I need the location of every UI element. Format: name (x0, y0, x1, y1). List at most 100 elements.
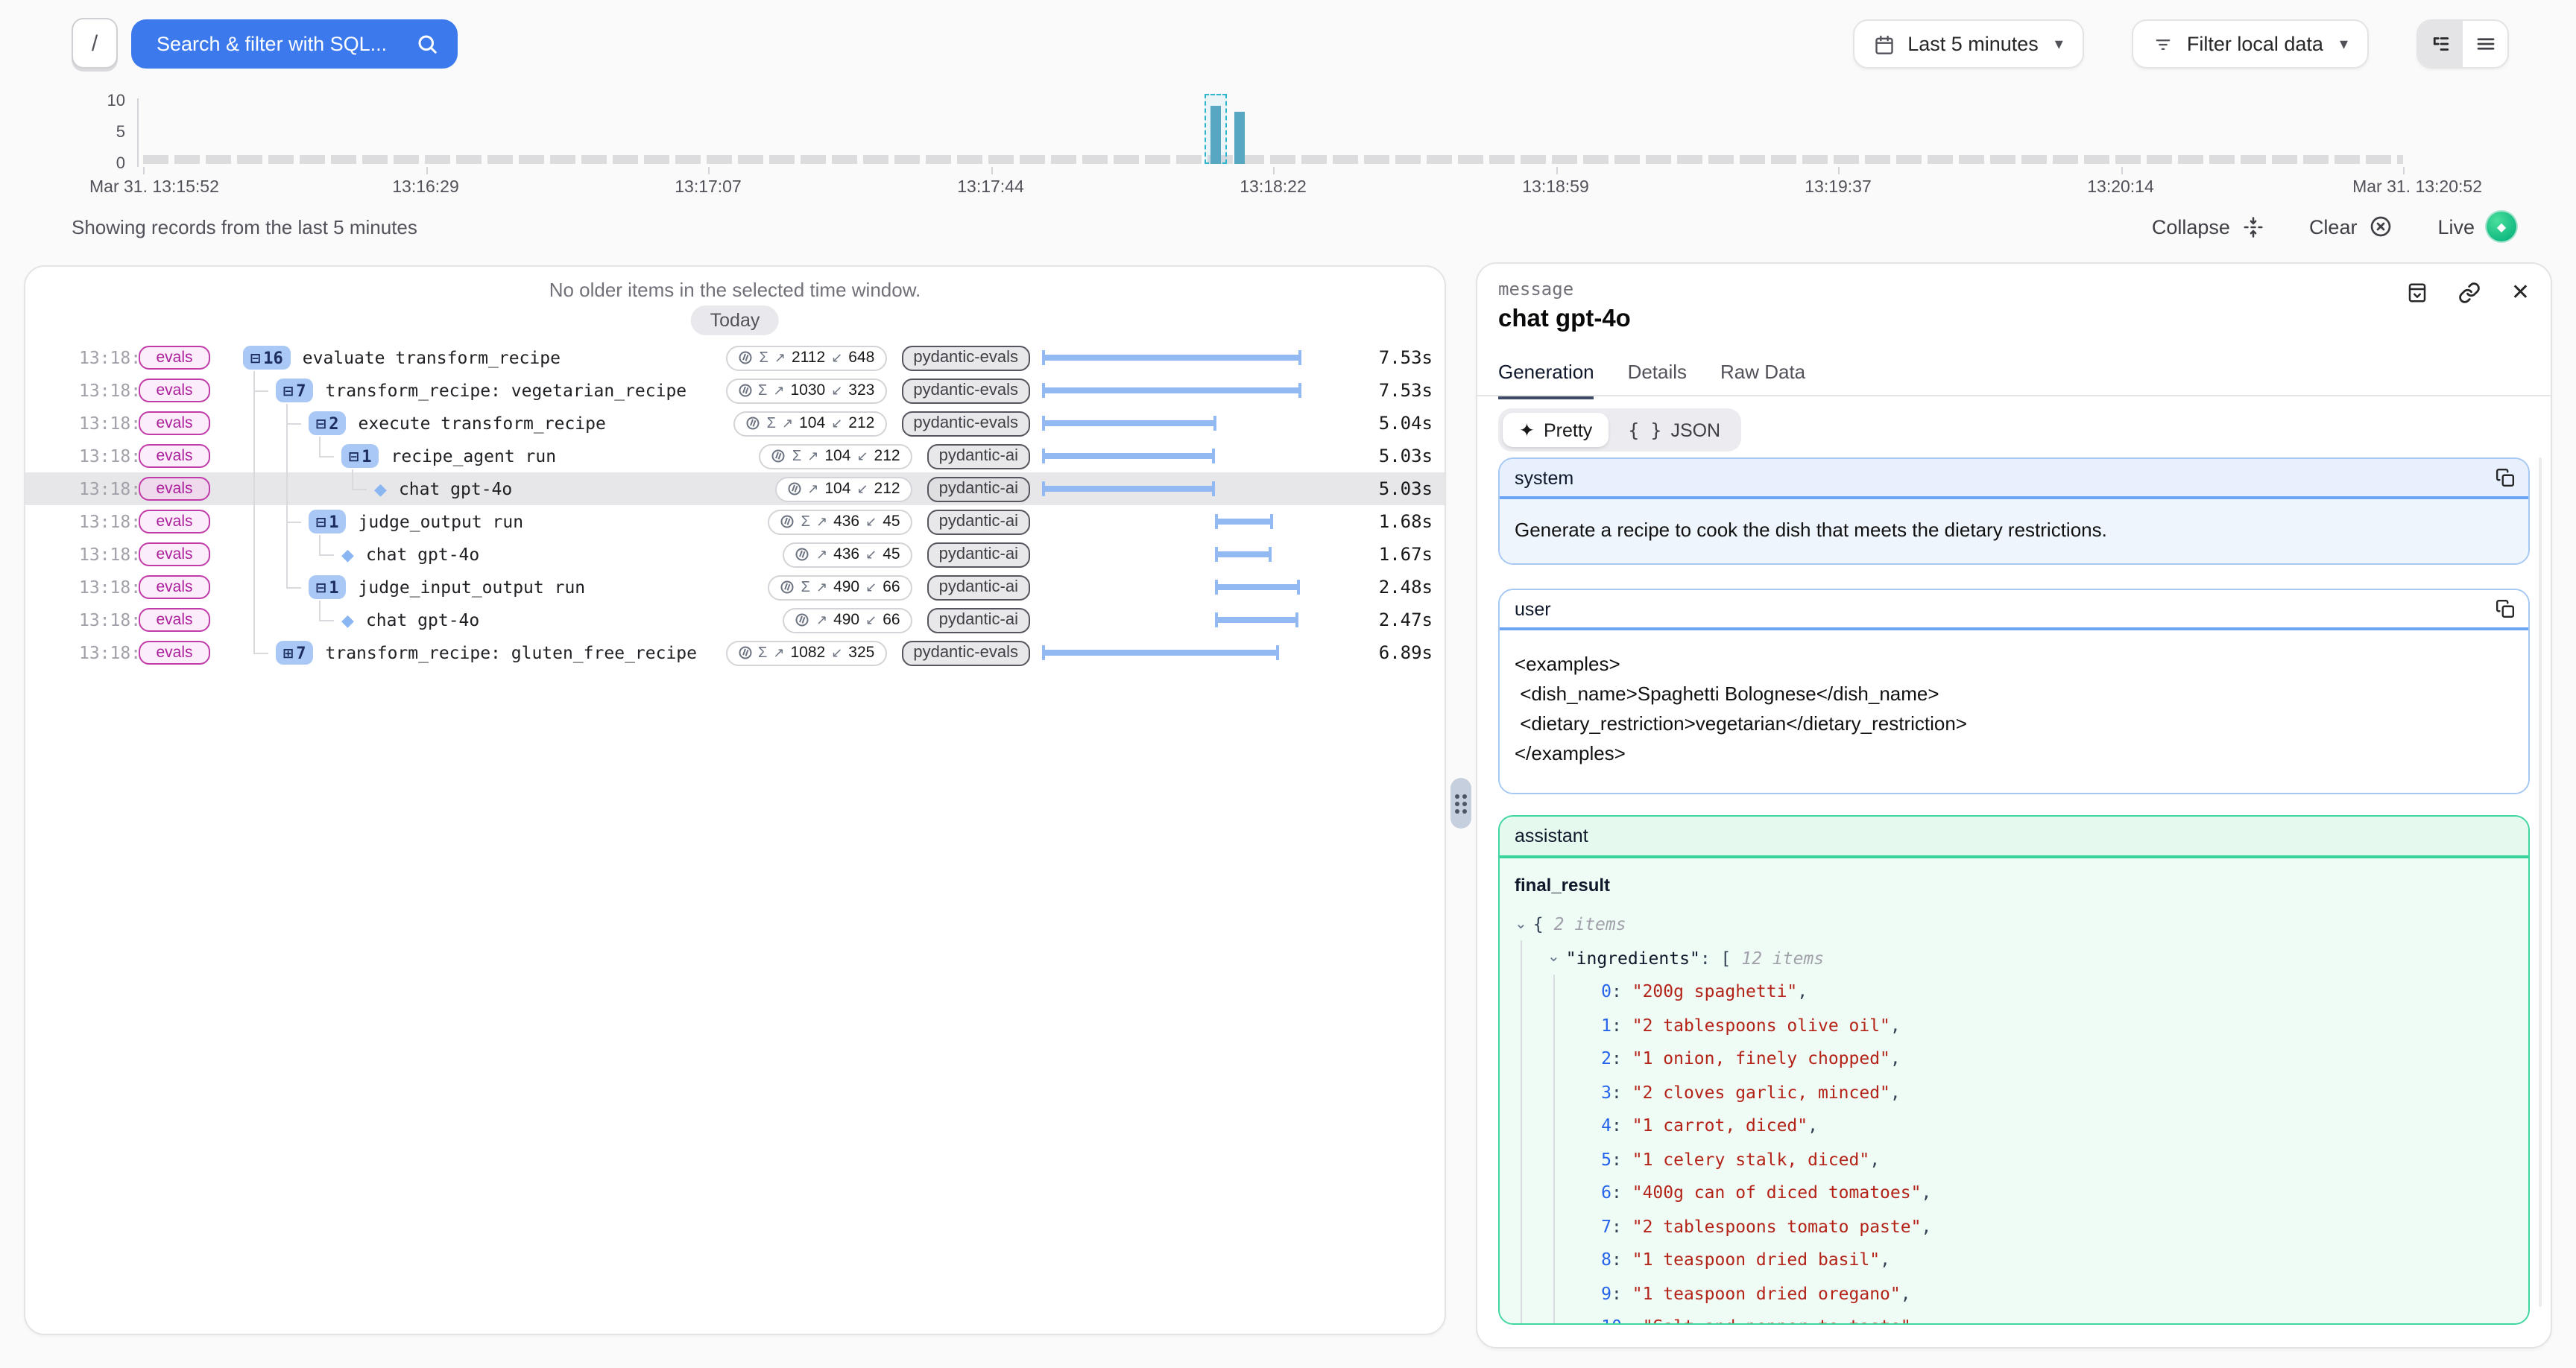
final-result-label: final_result (1515, 875, 2513, 896)
evals-badge[interactable]: evals (139, 443, 210, 467)
expand-collapse-badge[interactable]: ⊟16 (243, 346, 291, 370)
histogram-bar[interactable] (1234, 111, 1245, 164)
span-duration: 1.68s (1379, 511, 1433, 532)
token-coin-icon (786, 481, 801, 496)
x-tick-label: 13:18:59 (1522, 179, 1589, 197)
evals-badge[interactable]: evals (139, 509, 210, 533)
output-tokens-arrow-icon: ↙ (831, 645, 842, 661)
json-string-value: "Salt and pepper to taste" (1643, 1317, 1911, 1324)
copy-link-icon[interactable] (2459, 282, 2481, 304)
tab-generation[interactable]: Generation (1498, 361, 1594, 399)
output-tokens-arrow-icon: ↙ (865, 513, 877, 530)
histogram-bar[interactable] (1210, 105, 1221, 164)
item-count-note: 2 items (1554, 914, 1626, 935)
expand-collapse-badge[interactable]: ⊟1 (309, 510, 347, 533)
waterfall-track (1042, 341, 1307, 374)
input-tokens: 104 (799, 414, 825, 432)
chevron-down-icon[interactable]: ⌄ (1547, 950, 1560, 966)
tab-details[interactable]: Details (1628, 361, 1688, 396)
span-row[interactable]: 13:18:11evals⊟16evaluate transform_recip… (25, 341, 1445, 374)
tree-view-button[interactable] (2418, 21, 2463, 67)
span-row[interactable]: 13:18:11evals⊟7transform_recipe: vegetar… (25, 374, 1445, 407)
panel-resize-handle[interactable] (1450, 778, 1471, 829)
evals-badge[interactable]: evals (139, 411, 210, 434)
copy-icon[interactable] (2496, 468, 2515, 487)
output-tokens-arrow-icon: ↙ (831, 415, 842, 431)
x-tick-label: 13:18:22 (1240, 179, 1307, 197)
expand-collapse-badge[interactable]: ⊟1 (341, 444, 379, 468)
json-view-button[interactable]: { } JSON (1611, 413, 1737, 447)
expand-collapse-badge[interactable]: ⊟1 (309, 575, 347, 599)
clear-circle-x-icon (2369, 215, 2393, 238)
copy-icon[interactable] (2496, 599, 2515, 618)
span-row[interactable]: 13:18:16evals⊟1judge_input_output runΣ↗4… (25, 571, 1445, 604)
span-row[interactable]: 13:18:11evals⊟2execute transform_recipeΣ… (25, 407, 1445, 440)
assistant-role-label: assistant (1515, 826, 1588, 846)
token-usage-chip: Σ↗2112↙648 (727, 345, 887, 370)
evals-badge[interactable]: evals (139, 640, 210, 664)
span-name: chat gpt-4o (366, 609, 479, 630)
indent-guide (1521, 940, 1522, 1323)
evals-badge[interactable]: evals (139, 574, 210, 598)
showing-records-text: Showing records from the last 5 minutes (72, 216, 417, 238)
expand-collapse-badge[interactable]: ⊟7 (276, 379, 314, 402)
slash-shortcut-key[interactable]: / (72, 18, 118, 69)
chevron-down-icon[interactable]: ⌄ (1515, 916, 1527, 933)
assistant-message-block: assistant final_result ⌄{2 items⌄"ingred… (1498, 815, 2530, 1325)
span-row[interactable]: 13:18:11evals⊟1recipe_agent runΣ↗104↙212… (25, 440, 1445, 472)
span-row[interactable]: 13:18:16evals⊟1judge_output runΣ↗436↙45p… (25, 505, 1445, 538)
duration-bar (1215, 519, 1273, 525)
token-coin-icon (795, 612, 810, 627)
sigma-total-icon: Σ (801, 513, 810, 530)
duration-bar (1215, 584, 1300, 590)
filter-local-data-button[interactable]: Filter local data ▾ (2132, 19, 2369, 69)
span-row[interactable]: 13:18:11evals◆chat gpt-4o↗104↙212pydanti… (25, 472, 1445, 505)
span-duration: 7.53s (1379, 380, 1433, 401)
today-pill[interactable]: Today (691, 305, 780, 335)
waterfall-track (1042, 604, 1307, 636)
tree-connector (319, 437, 321, 456)
output-tokens: 212 (874, 480, 900, 498)
json-tree: ⌄{2 items⌄"ingredients": [12 items0: "20… (1515, 908, 2513, 1323)
evals-badge[interactable]: evals (139, 476, 210, 500)
dock-panel-icon[interactable] (2407, 282, 2429, 304)
live-toggle[interactable]: Live ◆ (2437, 212, 2516, 241)
indent-guide (1553, 975, 1555, 1323)
list-view-button[interactable] (2463, 21, 2507, 67)
clear-button[interactable]: Clear (2309, 215, 2393, 238)
span-name: execute transform_recipe (359, 413, 606, 434)
close-panel-icon[interactable]: ✕ (2511, 282, 2530, 304)
evals-badge[interactable]: evals (139, 378, 210, 402)
search-button[interactable]: Search & filter with SQL... (131, 19, 458, 69)
pretty-view-button[interactable]: ✦ Pretty (1503, 413, 1609, 447)
span-row[interactable]: 13:18:16evals◆chat gpt-4o↗436↙45pydantic… (25, 538, 1445, 571)
input-tokens-arrow-icon: ↗ (816, 546, 827, 563)
detail-scrollbar[interactable] (2539, 457, 2542, 1307)
input-tokens-arrow-icon: ↗ (816, 579, 827, 595)
span-row[interactable]: 13:18:11evals⊞7transform_recipe: gluten_… (25, 636, 1445, 669)
collapse-all-button[interactable]: Collapse (2152, 215, 2264, 238)
output-tokens: 325 (848, 644, 874, 662)
tab-raw-data[interactable]: Raw Data (1720, 361, 1805, 396)
evals-badge[interactable]: evals (139, 345, 210, 369)
input-tokens: 436 (833, 545, 859, 563)
duration-bar (1215, 551, 1272, 557)
span-name: chat gpt-4o (399, 478, 512, 499)
chevron-down-icon: ▾ (2340, 34, 2348, 54)
tree-connector (319, 554, 334, 556)
evals-badge[interactable]: evals (139, 542, 210, 566)
evals-badge[interactable]: evals (139, 607, 210, 631)
json-string-value: "2 cloves garlic, minced" (1632, 1082, 1890, 1103)
json-index: 10 (1598, 1317, 1622, 1324)
span-row[interactable]: 13:18:16evals◆chat gpt-4o↗490↙66pydantic… (25, 604, 1445, 636)
duration-bar (1042, 650, 1279, 656)
pretty-json-toggle: ✦ Pretty { } JSON (1498, 408, 1741, 452)
records-histogram[interactable]: 1050 Mar 31. 13:15:5213:16:2913:17:0713:… (0, 77, 2576, 215)
output-tokens: 66 (883, 611, 900, 629)
json-string-value: "2 tablespoons olive oil" (1632, 1015, 1890, 1036)
live-indicator-icon: ◆ (2487, 212, 2516, 241)
time-range-button[interactable]: Last 5 minutes ▾ (1852, 19, 2084, 69)
expand-collapse-badge[interactable]: ⊟2 (309, 411, 347, 435)
span-duration: 2.47s (1379, 609, 1433, 630)
expand-collapse-badge[interactable]: ⊞7 (276, 641, 314, 665)
